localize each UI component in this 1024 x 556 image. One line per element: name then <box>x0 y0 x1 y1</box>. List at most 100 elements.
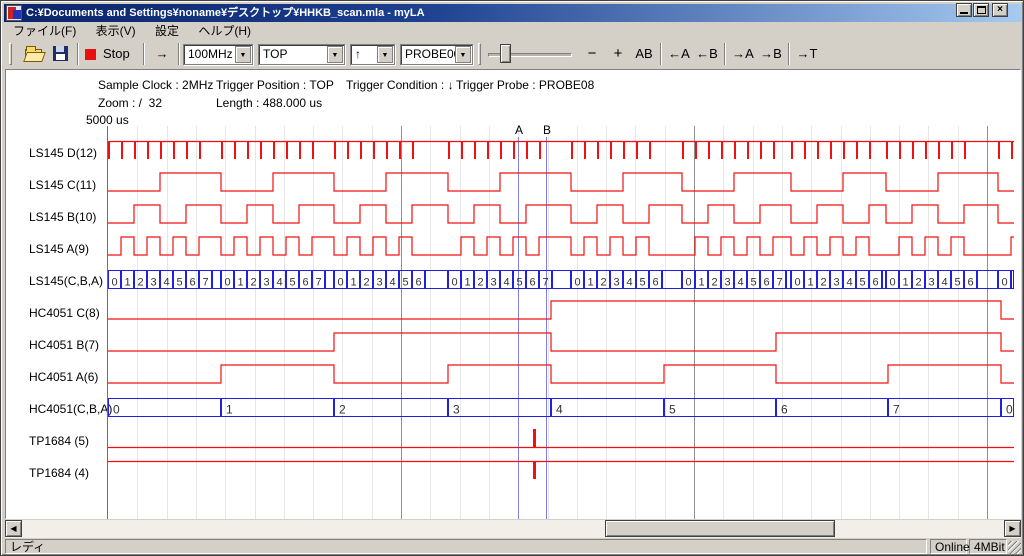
bus-cell <box>449 399 551 417</box>
bus-cell <box>1012 271 1014 289</box>
bus-value: 4 <box>626 277 632 289</box>
bus-value: 2 <box>477 277 483 289</box>
bus-cell <box>889 399 1001 417</box>
bus-value: 5 <box>750 277 756 289</box>
bus-value: 3 <box>490 277 496 289</box>
bus-value: 1 <box>464 277 470 289</box>
status-online: Online <box>930 539 967 554</box>
bus-value: 3 <box>150 277 156 289</box>
bus-value: 3 <box>833 277 839 289</box>
bus-value: 5 <box>516 277 522 289</box>
bus-value: 1 <box>902 277 908 289</box>
bus-value: 3 <box>928 277 934 289</box>
bus-value: 2 <box>250 277 256 289</box>
bus-value: 2 <box>820 277 826 289</box>
bus-value: 6 <box>302 277 308 289</box>
waveform-line <box>108 205 1014 223</box>
bus-value: 3 <box>453 403 460 417</box>
waveform-line <box>108 237 1014 255</box>
bus-value: 6 <box>415 277 421 289</box>
bus-value: 5 <box>669 403 676 417</box>
waveform-line <box>108 333 1014 351</box>
bus-value: 7 <box>315 277 321 289</box>
bus-value: 5 <box>402 277 408 289</box>
bus-value: 1 <box>124 277 130 289</box>
bus-value: 6 <box>872 277 878 289</box>
waveform-line <box>108 365 1014 383</box>
bus-value: 4 <box>941 277 947 289</box>
bus-value: 5 <box>176 277 182 289</box>
bus-value: 6 <box>967 277 973 289</box>
bus-value: 6 <box>763 277 769 289</box>
resize-grip[interactable] <box>1008 541 1021 554</box>
bus-value: 0 <box>451 277 457 289</box>
waveform-line <box>108 301 1014 319</box>
bus-value: 1 <box>698 277 704 289</box>
bus-value: 6 <box>529 277 535 289</box>
bus-value: 0 <box>224 277 230 289</box>
bus-value: 1 <box>587 277 593 289</box>
bus-value: 7 <box>542 277 548 289</box>
bus-value: 3 <box>263 277 269 289</box>
status-message: レディ <box>5 539 927 554</box>
bus-value: 6 <box>652 277 658 289</box>
bus-value: 0 <box>1001 277 1007 289</box>
arrow-left-icon: ◀ <box>10 524 16 533</box>
bus-value: 5 <box>639 277 645 289</box>
status-bar: レディ Online 4MBit <box>5 539 1021 554</box>
bus-value: 4 <box>389 277 395 289</box>
bus-value: 1 <box>226 403 233 417</box>
scrollbar-thumb[interactable] <box>605 520 835 537</box>
bus-cell <box>787 271 791 289</box>
bus-value: 4 <box>163 277 169 289</box>
bus-value: 4 <box>276 277 282 289</box>
marker-label-b: B <box>543 123 551 137</box>
bus-value: 2 <box>600 277 606 289</box>
waveform-plot[interactable]: AB01234567012345670123456012345670123456… <box>1 1 1024 556</box>
bus-cell <box>426 271 448 289</box>
bus-value: 0 <box>1006 403 1013 417</box>
arrow-right-icon: ▶ <box>1009 524 1015 533</box>
bus-cell <box>213 271 221 289</box>
bus-value: 7 <box>202 277 208 289</box>
waveform-line <box>108 173 1014 191</box>
bus-value: 0 <box>337 277 343 289</box>
bus-value: 0 <box>111 277 117 289</box>
application-window: C:¥Documents and Settings¥noname¥デスクトップ¥… <box>0 0 1024 556</box>
bus-value: 3 <box>376 277 382 289</box>
bus-cell <box>222 399 334 417</box>
bus-value: 1 <box>237 277 243 289</box>
scroll-left-button[interactable]: ◀ <box>5 520 22 537</box>
bus-value: 4 <box>846 277 852 289</box>
bus-value: 7 <box>893 403 900 417</box>
bus-value: 4 <box>737 277 743 289</box>
bus-value: 0 <box>685 277 691 289</box>
bus-value: 2 <box>339 403 346 417</box>
bus-value: 0 <box>889 277 895 289</box>
horizontal-scrollbar[interactable]: ◀ ▶ <box>5 520 1021 538</box>
bus-value: 2 <box>137 277 143 289</box>
bus-value: 3 <box>724 277 730 289</box>
bus-value: 4 <box>556 403 563 417</box>
bus-cell <box>665 399 776 417</box>
bus-value: 3 <box>613 277 619 289</box>
bus-cell <box>883 271 886 289</box>
bus-value: 0 <box>574 277 580 289</box>
scroll-right-button[interactable]: ▶ <box>1004 520 1021 537</box>
bus-value: 5 <box>859 277 865 289</box>
marker-label-a: A <box>515 123 523 137</box>
bus-value: 6 <box>189 277 195 289</box>
bus-value: 0 <box>113 403 120 417</box>
bus-value: 2 <box>363 277 369 289</box>
bus-cell <box>109 399 221 417</box>
bus-cell <box>552 399 664 417</box>
bus-value: 0 <box>794 277 800 289</box>
bus-cell <box>326 271 334 289</box>
bus-value: 2 <box>711 277 717 289</box>
bus-value: 5 <box>954 277 960 289</box>
bus-value: 1 <box>350 277 356 289</box>
bus-value: 2 <box>915 277 921 289</box>
bus-value: 4 <box>503 277 509 289</box>
pulse-mark <box>533 461 536 479</box>
bus-value: 7 <box>776 277 782 289</box>
